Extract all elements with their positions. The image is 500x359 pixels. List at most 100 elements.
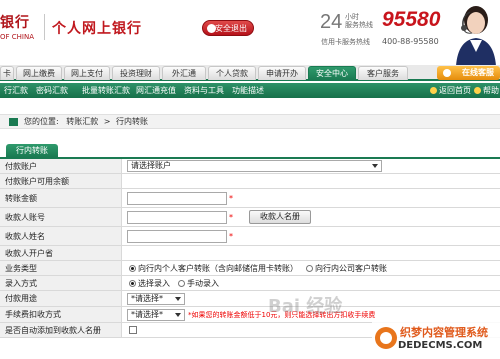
payer-account-value: 请选择账户 (131, 161, 171, 170)
baidu-watermark: Bai 经验 (268, 296, 343, 317)
row-payee-account: 收款人账号 * 收款人名册 (0, 208, 500, 227)
purpose-select[interactable]: *请选择* (127, 292, 185, 305)
hotline-number: 95580 (382, 8, 441, 31)
entry-option-manual-label: 手动录入 (187, 278, 219, 288)
subnav-item-intrabank[interactable]: 行汇款 (4, 83, 28, 98)
bank-logo-en: OF CHINA (0, 33, 35, 41)
main-nav: 卡 网上缴费 网上支付 投资理财 外汇通 个人贷款 申请开办 安全中心 客户服务… (0, 65, 500, 81)
breadcrumb: 您的位置: 转账汇款 > 行内转账 (0, 114, 500, 129)
credit-card-hotline-label: 信用卡服务热线 (321, 38, 370, 46)
row-purpose: 付款用途 *请选择* (0, 291, 500, 307)
tab-security-center[interactable]: 安全中心 (308, 66, 356, 80)
home-link[interactable]: 返回首页 (430, 83, 471, 98)
radio-icon (178, 279, 185, 287)
tab-forex[interactable]: 外汇通 (162, 66, 206, 80)
payee-name-label: 收款人姓名 (0, 227, 122, 245)
subnav-item-topup[interactable]: 网汇通充值 (136, 83, 176, 98)
payee-province-value (123, 246, 500, 260)
headset-icon (443, 69, 451, 77)
hotline-sub-service: 服务热线 (345, 21, 373, 29)
tab-investment[interactable]: 投资理财 (112, 66, 160, 80)
entry-method-label: 录入方式 (0, 276, 122, 290)
breadcrumb-prefix: 您的位置: (24, 117, 59, 126)
entry-option-manual[interactable]: 手动录入 (178, 278, 219, 289)
online-service-label: 在线客服 (462, 68, 494, 77)
home-icon (430, 87, 437, 94)
payee-name-input[interactable] (127, 229, 227, 243)
credit-card-hotline-number: 400-88-95580 (382, 37, 439, 46)
subnav-item-description[interactable]: 功能描述 (232, 83, 264, 98)
service-agent-image (446, 0, 500, 66)
bank-logo-name[interactable]: 银行 (0, 12, 30, 32)
subnav-item-password-remit[interactable]: 密码汇款 (36, 83, 68, 98)
breadcrumb-text: 您的位置: 转账汇款 > 行内转账 (24, 115, 148, 129)
chevron-down-icon (175, 296, 181, 301)
help-icon (474, 87, 481, 94)
breadcrumb-level2: 行内转账 (116, 117, 149, 126)
tab-apply[interactable]: 申请开办 (258, 66, 306, 80)
payee-account-cell: * 收款人名册 (123, 208, 500, 226)
amount-input[interactable] (127, 191, 227, 205)
location-icon (9, 118, 18, 126)
row-entry-method: 录入方式 选择录入 手动录入 (0, 276, 500, 291)
payer-account-cell: 请选择账户 (123, 159, 500, 173)
payee-name-cell: * (123, 227, 500, 245)
help-link[interactable]: 帮助 (474, 83, 499, 98)
row-amount: 转账金额 * (0, 189, 500, 208)
logout-button[interactable]: 安全退出 (202, 20, 254, 36)
tab-personal-loan[interactable]: 个人贷款 (208, 66, 256, 80)
payer-balance-label: 付款账户可用余额 (0, 174, 122, 188)
fee-method-label: 手续费扣收方式 (0, 307, 122, 322)
payee-province-label: 收款人开户省 (0, 246, 122, 260)
header: 银行 OF CHINA 个人网上银行 安全退出 24 小时 服务热线 95580… (0, 0, 500, 66)
radio-selected-icon (129, 264, 136, 272)
entry-option-select[interactable]: 选择录入 (129, 278, 170, 289)
logo-divider (44, 14, 45, 40)
add-payee-checkbox[interactable] (129, 326, 137, 334)
business-type-option-corporate[interactable]: 向行内公司客户转账 (306, 263, 387, 274)
payee-list-button[interactable]: 收款人名册 (249, 210, 311, 224)
amount-cell: * (123, 189, 500, 207)
watermark-site-name: 织梦内容管理系统 (400, 326, 488, 339)
online-service-button[interactable]: 在线客服 (437, 66, 500, 80)
payee-account-required-mark: * (229, 212, 233, 222)
payer-account-label: 付款账户 (0, 159, 122, 173)
payee-name-required-mark: * (229, 231, 233, 241)
business-type-option-personal[interactable]: 向行内个人客户转账（含向邮储信用卡转账） (129, 263, 298, 274)
payee-account-input[interactable] (127, 210, 227, 224)
breadcrumb-level1[interactable]: 转账汇款 (66, 117, 98, 126)
chevron-down-icon (372, 164, 378, 168)
entry-method-cell: 选择录入 手动录入 (123, 276, 500, 290)
help-label: 帮助 (483, 86, 499, 95)
radio-icon (306, 264, 313, 272)
entry-option-select-label: 选择录入 (138, 278, 170, 288)
home-label: 返回首页 (439, 86, 471, 95)
hotline-sub: 小时 服务热线 (345, 13, 373, 29)
row-payee-name: 收款人姓名 * (0, 227, 500, 246)
fee-method-select[interactable]: *请选择* (127, 308, 185, 321)
tab-customer-service[interactable]: 客户服务 (358, 66, 408, 80)
fee-method-value: *请选择* (131, 309, 163, 319)
logout-label: 安全退出 (215, 24, 247, 33)
bank-transfer-page: 银行 OF CHINA 个人网上银行 安全退出 24 小时 服务热线 95580… (0, 0, 500, 359)
tab-card[interactable]: 卡 (0, 66, 14, 80)
tab-online-payment-bills[interactable]: 网上缴费 (16, 66, 62, 80)
chevron-down-icon (175, 312, 181, 317)
business-type-cell: 向行内个人客户转账（含向邮储信用卡转账） 向行内公司客户转账 (123, 261, 500, 275)
purpose-value: *请选择* (131, 293, 163, 303)
amount-label: 转账金额 (0, 189, 122, 207)
add-payee-label: 是否自动添加到收款人名册 (0, 323, 122, 337)
row-business-type: 业务类型 向行内个人客户转账（含向邮储信用卡转账） 向行内公司客户转账 (0, 261, 500, 276)
subnav-item-batch-transfer[interactable]: 批量转账汇款 (82, 83, 130, 98)
power-icon (207, 24, 216, 33)
sub-nav: 行汇款 密码汇款 批量转账汇款 网汇通充值 资料与工具 功能描述 返回首页 帮助 (0, 83, 500, 98)
site-title: 个人网上银行 (52, 21, 142, 37)
tab-online-payment[interactable]: 网上支付 (64, 66, 110, 80)
section-tab: 行内转账 (6, 144, 58, 157)
subnav-item-tools[interactable]: 资料与工具 (184, 83, 224, 98)
business-type-option-personal-label: 向行内个人客户转账（含向邮储信用卡转账） (138, 263, 298, 273)
row-payer-account: 付款账户 请选择账户 (0, 159, 500, 174)
breadcrumb-separator: > (103, 117, 111, 126)
hotline-sub-hours: 小时 (345, 13, 359, 21)
payer-account-select[interactable]: 请选择账户 (127, 160, 382, 172)
